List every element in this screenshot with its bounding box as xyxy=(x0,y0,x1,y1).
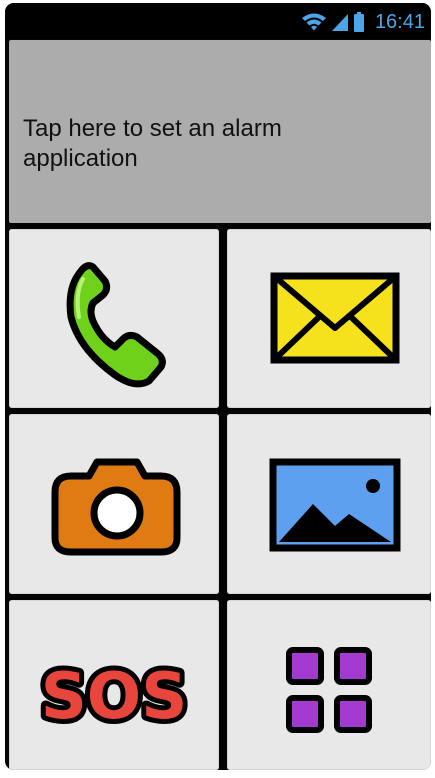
apps-grid-icon xyxy=(286,647,372,733)
gallery-tile-button[interactable] xyxy=(227,414,431,594)
alarm-banner-text: Tap here to set an alarm application xyxy=(23,115,282,172)
sos-icon: SOS xyxy=(36,655,193,739)
apps-tile-button[interactable] xyxy=(227,600,431,770)
envelope-icon xyxy=(270,272,400,364)
camera-tile-button[interactable] xyxy=(9,414,219,594)
phone-frame: 16:41 Tap here to set an alarm applicati… xyxy=(0,0,435,778)
alarm-banner-button[interactable]: Tap here to set an alarm application xyxy=(9,40,431,223)
phone-tile-button[interactable] xyxy=(9,229,219,408)
status-icons: 16:41 xyxy=(301,10,425,34)
phone-icon xyxy=(66,262,166,388)
battery-icon xyxy=(353,12,364,32)
picture-icon xyxy=(269,458,401,552)
status-time: 16:41 xyxy=(374,11,425,33)
home-screen: 16:41 Tap here to set an alarm applicati… xyxy=(5,3,431,770)
sos-label: SOS xyxy=(41,660,188,734)
camera-icon xyxy=(51,458,181,556)
sos-tile-button[interactable]: SOS xyxy=(9,600,219,770)
wifi-icon xyxy=(301,13,326,31)
messages-tile-button[interactable] xyxy=(227,229,431,408)
status-bar: 16:41 xyxy=(5,3,431,39)
signal-icon xyxy=(331,14,348,31)
